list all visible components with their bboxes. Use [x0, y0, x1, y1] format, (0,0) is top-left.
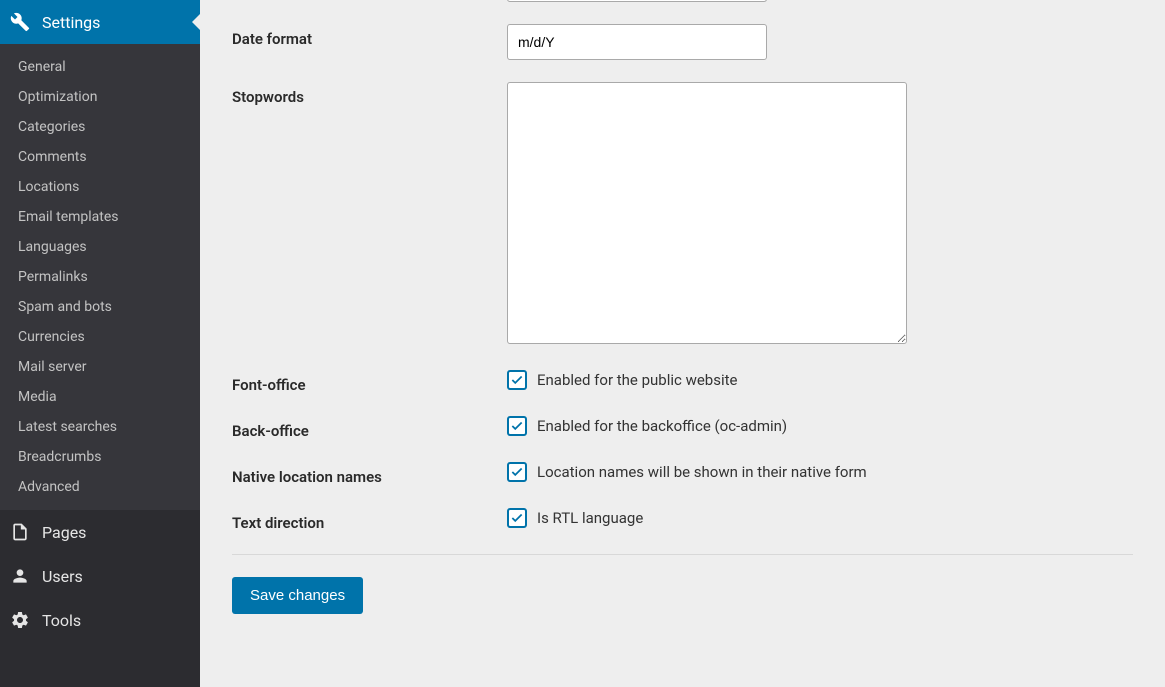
sidebar-sub-categories[interactable]: Categories [0, 112, 200, 142]
stopwords-textarea[interactable] [507, 82, 907, 344]
form-divider [232, 554, 1133, 555]
form-label-front-office: Font-office [232, 370, 507, 394]
text-direction-checkbox[interactable] [507, 508, 527, 528]
sidebar-item-label: Tools [42, 611, 81, 630]
sidebar-item-tools[interactable]: Tools [0, 598, 200, 642]
form-label-date-format: Date format [232, 24, 507, 60]
sidebar-sub-currencies[interactable]: Currencies [0, 322, 200, 352]
front-office-checkbox[interactable] [507, 370, 527, 390]
form-row-date-format: Date format [232, 24, 1133, 60]
form-label-native-location: Native location names [232, 462, 507, 486]
back-office-checkbox-label: Enabled for the backoffice (oc-admin) [537, 417, 787, 435]
back-office-checkbox[interactable] [507, 416, 527, 436]
sidebar-sub-advanced[interactable]: Advanced [0, 472, 200, 502]
sidebar-sub-comments[interactable]: Comments [0, 142, 200, 172]
sidebar-submenu-settings: General Optimization Categories Comments… [0, 44, 200, 510]
form-label-previous [232, 0, 507, 2]
main-content: Date format Stopwords Font-office Enable… [200, 0, 1165, 687]
sidebar-sub-languages[interactable]: Languages [0, 232, 200, 262]
sidebar-item-label: Pages [42, 523, 86, 542]
user-icon [10, 566, 30, 586]
gear-icon [10, 610, 30, 630]
sidebar-item-label: Settings [42, 13, 100, 32]
page-icon [10, 522, 30, 542]
form-row-stopwords: Stopwords [232, 82, 1133, 348]
check-icon [510, 511, 524, 525]
sidebar-sub-breadcrumbs[interactable]: Breadcrumbs [0, 442, 200, 472]
native-location-checkbox[interactable] [507, 462, 527, 482]
form-row-back-office: Back-office Enabled for the backoffice (… [232, 416, 1133, 440]
form-label-stopwords: Stopwords [232, 82, 507, 348]
wrench-icon [10, 12, 30, 32]
sidebar-sub-latest-searches[interactable]: Latest searches [0, 412, 200, 442]
form-row-front-office: Font-office Enabled for the public websi… [232, 370, 1133, 394]
sidebar-sub-email-templates[interactable]: Email templates [0, 202, 200, 232]
form-label-text-direction: Text direction [232, 508, 507, 532]
sidebar-item-users[interactable]: Users [0, 554, 200, 598]
check-icon [510, 465, 524, 479]
sidebar-sub-optimization[interactable]: Optimization [0, 82, 200, 112]
form-row-previous [232, 0, 1133, 2]
form-row-native-location: Native location names Location names wil… [232, 462, 1133, 486]
front-office-checkbox-label: Enabled for the public website [537, 371, 737, 389]
sidebar-item-settings[interactable]: Settings [0, 0, 200, 44]
sidebar-sub-locations[interactable]: Locations [0, 172, 200, 202]
check-icon [510, 419, 524, 433]
save-changes-button[interactable]: Save changes [232, 577, 363, 614]
sidebar-sub-permalinks[interactable]: Permalinks [0, 262, 200, 292]
check-icon [510, 373, 524, 387]
sidebar: Settings General Optimization Categories… [0, 0, 200, 687]
form-row-text-direction: Text direction Is RTL language [232, 508, 1133, 532]
native-location-checkbox-label: Location names will be shown in their na… [537, 463, 867, 481]
previous-field-input[interactable] [507, 0, 767, 2]
sidebar-item-pages[interactable]: Pages [0, 510, 200, 554]
form-label-back-office: Back-office [232, 416, 507, 440]
sidebar-item-label: Users [42, 567, 83, 586]
text-direction-checkbox-label: Is RTL language [537, 509, 643, 527]
sidebar-sub-media[interactable]: Media [0, 382, 200, 412]
sidebar-sub-spam-bots[interactable]: Spam and bots [0, 292, 200, 322]
date-format-input[interactable] [507, 24, 767, 60]
sidebar-sub-mail-server[interactable]: Mail server [0, 352, 200, 382]
sidebar-sub-general[interactable]: General [0, 52, 200, 82]
